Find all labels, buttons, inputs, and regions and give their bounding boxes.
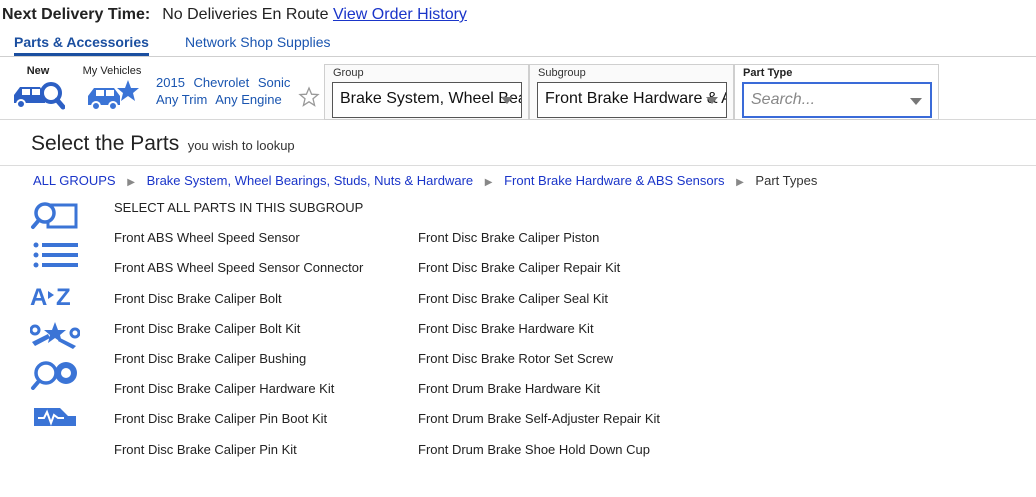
delivery-status: Next Delivery Time: No Deliveries En Rout… <box>2 6 467 24</box>
delivery-label: Next Delivery Time: <box>2 6 151 23</box>
my-vehicles[interactable]: My Vehicles <box>78 65 146 114</box>
favorite-star-icon[interactable] <box>298 86 320 108</box>
group-selector: Group Brake System, Wheel Bearings, Stud… <box>324 64 529 120</box>
vehicle-make[interactable]: Chevrolet <box>194 75 250 90</box>
list-icon[interactable] <box>30 240 80 270</box>
list-item[interactable]: Front Drum Brake Shoe Hold Down Cup <box>418 442 650 457</box>
svg-text:A: A <box>30 284 47 310</box>
svg-text:Z: Z <box>56 284 71 310</box>
vehicle-details: 2015 Chevrolet Sonic Any Trim Any Engine <box>156 74 295 108</box>
subgroup-selector: Subgroup Front Brake Hardware & ABS Sens… <box>529 64 734 120</box>
part-type-placeholder: Search... <box>751 91 816 108</box>
tab-parts-accessories[interactable]: Parts & Accessories <box>14 34 149 56</box>
list-item[interactable]: Front Disc Brake Caliper Pin Boot Kit <box>114 411 327 426</box>
chevron-down-icon <box>910 98 922 105</box>
part-type-search-input[interactable]: Search... <box>742 82 932 118</box>
vehicle-selector-bar: New My Vehicles 2015 Chevrolet Sonic Any <box>0 58 1036 120</box>
list-item[interactable]: Front Disc Brake Caliper Piston <box>418 230 599 245</box>
list-item[interactable]: Front Disc Brake Hardware Kit <box>418 321 594 336</box>
breadcrumb-current: Part Types <box>755 173 818 188</box>
list-item[interactable]: Front Disc Brake Caliper Bolt Kit <box>114 321 300 336</box>
vehicle-trim[interactable]: Any Trim <box>156 92 207 107</box>
list-item[interactable]: Front Disc Brake Rotor Set Screw <box>418 351 613 366</box>
list-item[interactable]: Front Disc Brake Caliper Pin Kit <box>114 442 297 457</box>
vehicle-year[interactable]: 2015 <box>156 75 185 90</box>
subgroup-label: Subgroup <box>538 67 586 79</box>
list-item[interactable]: Front Disc Brake Caliper Hardware Kit <box>114 381 334 396</box>
breadcrumb-all-groups[interactable]: ALL GROUPS <box>33 173 116 188</box>
part-type-selector: Part Type Search... <box>734 64 939 120</box>
lookup-icon[interactable] <box>30 200 80 230</box>
breadcrumb-arrow-icon: ▶ <box>736 177 744 188</box>
top-tabs: Parts & Accessories Network Shop Supplie… <box>0 32 1036 57</box>
page-title: Select the Parts you wish to lookup <box>31 132 295 156</box>
subgroup-value: Front Brake Hardware & ABS Sensors <box>545 90 726 107</box>
breadcrumb-arrow-icon: ▶ <box>484 177 493 188</box>
subgroup-select[interactable]: Front Brake Hardware & ABS Sensors <box>537 82 727 118</box>
chevron-down-icon <box>706 97 718 104</box>
list-item[interactable]: Front Disc Brake Caliper Bolt <box>114 291 282 306</box>
breadcrumb-group[interactable]: Brake System, Wheel Bearings, Studs, Nut… <box>147 173 474 188</box>
select-all-parts[interactable]: SELECT ALL PARTS IN THIS SUBGROUP <box>114 200 363 215</box>
new-vehicle-lookup[interactable]: New <box>10 65 66 114</box>
list-item[interactable]: Front Disc Brake Caliper Seal Kit <box>418 291 608 306</box>
list-item[interactable]: Front Disc Brake Caliper Repair Kit <box>418 260 620 275</box>
car-star-icon <box>88 80 139 111</box>
group-select[interactable]: Brake System, Wheel Bearings, Studs, Nut… <box>332 82 522 118</box>
list-item[interactable]: Front Drum Brake Hardware Kit <box>418 381 600 396</box>
page-title-sub: you wish to lookup <box>187 138 295 153</box>
vehicle-model[interactable]: Sonic <box>258 75 291 90</box>
breadcrumb-arrow-icon: ▶ <box>127 177 135 188</box>
divider <box>0 165 1036 166</box>
chevron-down-icon <box>501 97 513 104</box>
group-label: Group <box>333 67 364 79</box>
breadcrumb: ALL GROUPS ▶ Brake System, Wheel Bearing… <box>33 173 817 188</box>
breadcrumb-subgroup[interactable]: Front Brake Hardware & ABS Sensors <box>504 173 724 188</box>
view-order-history-link[interactable]: View Order History <box>333 6 467 23</box>
list-item[interactable]: Front ABS Wheel Speed Sensor <box>114 230 300 245</box>
diagnostic-car-icon[interactable] <box>30 400 80 430</box>
car-search-icon <box>14 82 66 110</box>
part-type-label: Part Type <box>743 67 793 79</box>
list-item[interactable]: Front Disc Brake Caliper Bushing <box>114 351 306 366</box>
group-value: Brake System, Wheel Bearings, Studs, Nut… <box>340 90 521 107</box>
vehicle-engine[interactable]: Any Engine <box>215 92 282 107</box>
list-item[interactable]: Front Drum Brake Self-Adjuster Repair Ki… <box>418 411 660 426</box>
new-label: New <box>26 65 50 77</box>
list-item[interactable]: Front ABS Wheel Speed Sensor Connector <box>114 260 363 275</box>
tools-star-icon[interactable] <box>30 320 80 350</box>
page-title-main: Select the Parts <box>31 132 180 155</box>
my-vehicles-label: My Vehicles <box>82 65 142 77</box>
delivery-value: No Deliveries En Route <box>162 6 329 23</box>
az-sort-icon[interactable]: A Z <box>30 280 80 310</box>
tab-network-shop-supplies[interactable]: Network Shop Supplies <box>185 34 331 50</box>
tire-search-icon[interactable] <box>30 360 80 390</box>
